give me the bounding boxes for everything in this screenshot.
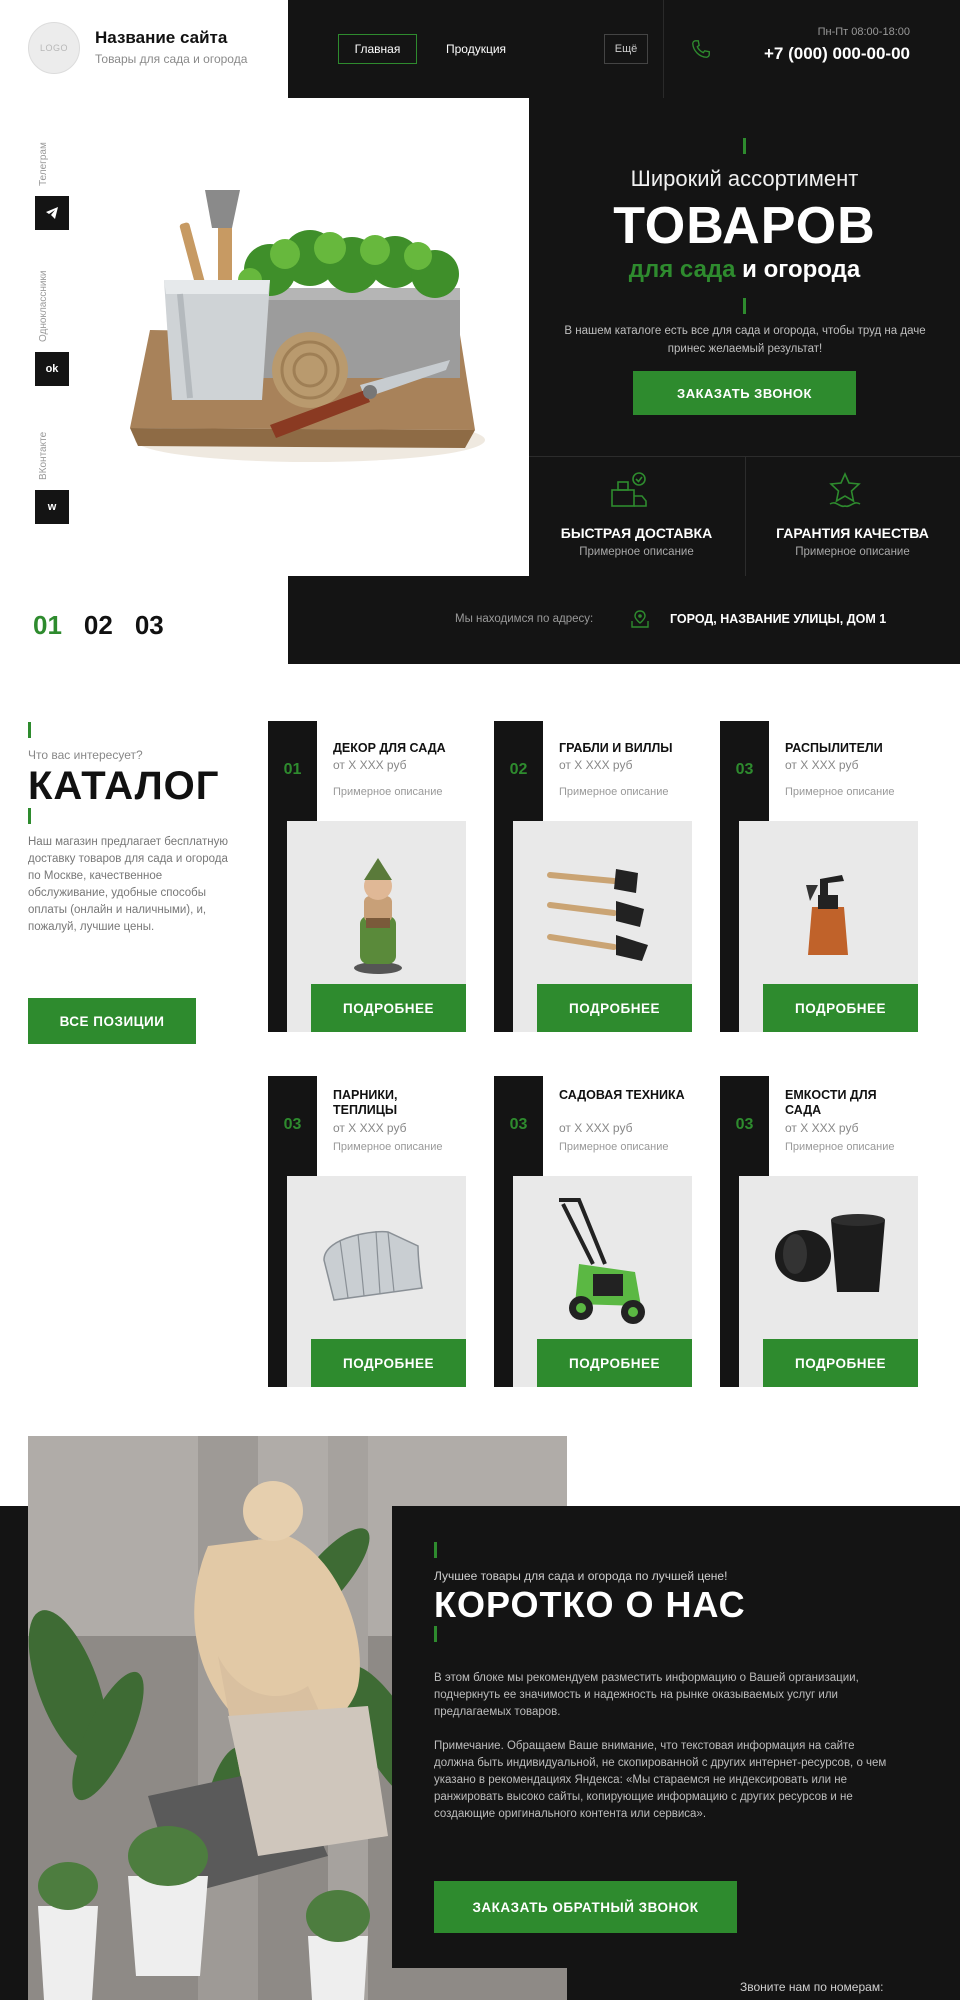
accent-bar: [28, 722, 31, 738]
card-price: от X XXX руб: [785, 1121, 859, 1135]
card-number: 03: [735, 1116, 754, 1133]
about-title: КОРОТКО О НАС: [434, 1584, 746, 1625]
site-logo[interactable]: LOGO: [28, 22, 80, 74]
delivery-icon: [611, 472, 647, 507]
accent-bar: [743, 138, 746, 154]
hero-tagline-green: для сада: [628, 256, 736, 283]
catalog-title: КАТАЛОГ: [28, 764, 220, 808]
card-description: Примерное описание: [333, 1141, 443, 1153]
plant-pots-image: [775, 1214, 885, 1292]
social-label-odnoklassniki: Одноклассники: [38, 270, 49, 342]
slide-number-3[interactable]: 03: [135, 610, 164, 640]
card-description: Примерное описание: [559, 786, 669, 798]
telegram-button[interactable]: [35, 196, 69, 230]
hero-title: ТОВАРОВ: [613, 197, 876, 255]
card-details-button[interactable]: ПОДРОБНЕЕ: [311, 1339, 466, 1387]
card-title[interactable]: ПАРНИКИ, ТЕПЛИЦЫ: [333, 1088, 463, 1118]
card-title[interactable]: ЕМКОСТИ ДЛЯ САДА: [785, 1088, 915, 1118]
card-details-button[interactable]: ПОДРОБНЕЕ: [311, 984, 466, 1032]
call-us-label: Звоните нам по номерам:: [740, 1980, 884, 1994]
catalog-description: Наш магазин предлагает бесплатную достав…: [28, 836, 228, 933]
card-details-button[interactable]: ПОДРОБНЕЕ: [537, 1339, 692, 1387]
accent-bar: [434, 1626, 437, 1642]
card-description: Примерное описание: [333, 786, 443, 798]
vkontakte-button[interactable]: ᴡ: [35, 490, 69, 524]
hero-garden-tools-image: [130, 190, 485, 462]
card-price: от X XXX руб: [559, 758, 633, 772]
social-label-telegram: Телеграм: [38, 142, 49, 186]
greenhouse-image: [323, 1230, 423, 1301]
site-tagline: Товары для сада и огорода: [95, 52, 248, 66]
garden-gnome-image: [354, 858, 402, 974]
address-label: Мы находимся по адресу:: [455, 613, 594, 625]
accent-bar: [434, 1542, 437, 1558]
catalog-card[interactable]: 03 РАСПЫЛИТЕЛИ от X XXX руб Примерное оп…: [720, 721, 918, 1032]
catalog-card[interactable]: 01 ДЕКОР ДЛЯ САДА от X XXX руб Примерное…: [268, 721, 466, 1032]
slider-pagination: 01 02 03: [33, 610, 186, 641]
hero-subtitle: Широкий ассортимент: [630, 166, 859, 191]
hero-tagline-white: и огорода: [735, 256, 861, 283]
header-divider: [663, 0, 664, 98]
nav-more-button[interactable]: Ещё: [604, 34, 648, 64]
card-title[interactable]: ДЕКОР ДЛЯ САДА: [333, 741, 463, 756]
hero-divider-vertical: [745, 456, 746, 576]
order-call-button[interactable]: ЗАКАЗАТЬ ЗВОНОК: [633, 371, 856, 415]
accent-bar: [28, 808, 31, 824]
card-details-button[interactable]: ПОДРОБНЕЕ: [763, 984, 918, 1032]
card-description: Примерное описание: [785, 1141, 895, 1153]
site-name: Название сайта: [95, 28, 228, 47]
slide-number-1[interactable]: 01: [33, 610, 62, 640]
feature-title-delivery: БЫСТРАЯ ДОСТАВКА: [560, 525, 713, 541]
nav-item-main[interactable]: Главная: [338, 34, 417, 64]
social-label-vkontakte: ВКонтакте: [38, 431, 49, 480]
card-number: 03: [735, 761, 754, 778]
map-marker-icon: [631, 610, 649, 628]
catalog-card[interactable]: 03 САДОВАЯ ТЕХНИКА от X XXX руб Примерно…: [494, 1076, 692, 1387]
card-number: 01: [283, 761, 302, 778]
card-description: Примерное описание: [559, 1141, 669, 1153]
work-hours: Пн-Пт 08:00-18:00: [817, 26, 910, 38]
telegram-icon: [46, 207, 58, 219]
card-details-button[interactable]: ПОДРОБНЕЕ: [763, 1339, 918, 1387]
card-price: от X XXX руб: [333, 1121, 407, 1135]
card-price: от X XXX руб: [333, 758, 407, 772]
hero-tagline: для сада и огорода: [529, 256, 960, 284]
hero-description: В нашем каталоге есть все для сада и ого…: [564, 325, 926, 355]
feature-desc-delivery: Примерное описание: [579, 546, 694, 558]
address-value: ГОРОД, НАЗВАНИЕ УЛИЦЫ, ДОМ 1: [670, 612, 887, 626]
card-price: от X XXX руб: [559, 1121, 633, 1135]
card-price: от X XXX руб: [785, 758, 859, 772]
rakes-image: [547, 869, 648, 961]
card-number: 03: [283, 1116, 302, 1133]
feature-title-quality: ГАРАНТИЯ КАЧЕСТВА: [776, 525, 929, 541]
card-description: Примерное описание: [785, 786, 895, 798]
catalog-card[interactable]: 02 ГРАБЛИ И ВИЛЛЫ от X XXX руб Примерное…: [494, 721, 692, 1032]
about-paragraph-1: В этом блоке мы рекомендуем разместить и…: [434, 1672, 859, 1718]
nav-item-products[interactable]: Продукция: [436, 34, 516, 64]
card-title[interactable]: ГРАБЛИ И ВИЛЛЫ: [559, 741, 689, 756]
feature-desc-quality: Примерное описание: [795, 546, 910, 558]
accent-bar: [743, 298, 746, 314]
slide-number-2[interactable]: 02: [84, 610, 113, 640]
about-paragraph-2: Примечание. Обращаем Ваше внимание, что …: [434, 1740, 887, 1820]
card-title[interactable]: РАСПЫЛИТЕЛИ: [785, 741, 915, 756]
card-number: 02: [509, 761, 528, 778]
about-kicker: Лучшее товары для сада и огорода по лучш…: [434, 1569, 728, 1583]
header-phone-number[interactable]: +7 (000) 000-00-00: [700, 44, 910, 64]
sprayer-image: [806, 875, 848, 955]
card-details-button[interactable]: ПОДРОБНЕЕ: [537, 984, 692, 1032]
all-items-button[interactable]: ВСЕ ПОЗИЦИИ: [28, 998, 196, 1044]
quality-icon: [829, 472, 861, 508]
catalog-card[interactable]: 03 ЕМКОСТИ ДЛЯ САДА от X XXX руб Примерн…: [720, 1076, 918, 1387]
catalog-card[interactable]: 03 ПАРНИКИ, ТЕПЛИЦЫ от X XXX руб Примерн…: [268, 1076, 466, 1387]
lawn-mower-image: [559, 1198, 645, 1324]
order-callback-button[interactable]: ЗАКАЗАТЬ ОБРАТНЫЙ ЗВОНОК: [434, 1881, 737, 1933]
odnoklassniki-button[interactable]: ok: [35, 352, 69, 386]
card-number: 03: [509, 1116, 528, 1133]
catalog-kicker: Что вас интересует?: [28, 748, 143, 762]
card-title[interactable]: САДОВАЯ ТЕХНИКА: [559, 1088, 689, 1103]
